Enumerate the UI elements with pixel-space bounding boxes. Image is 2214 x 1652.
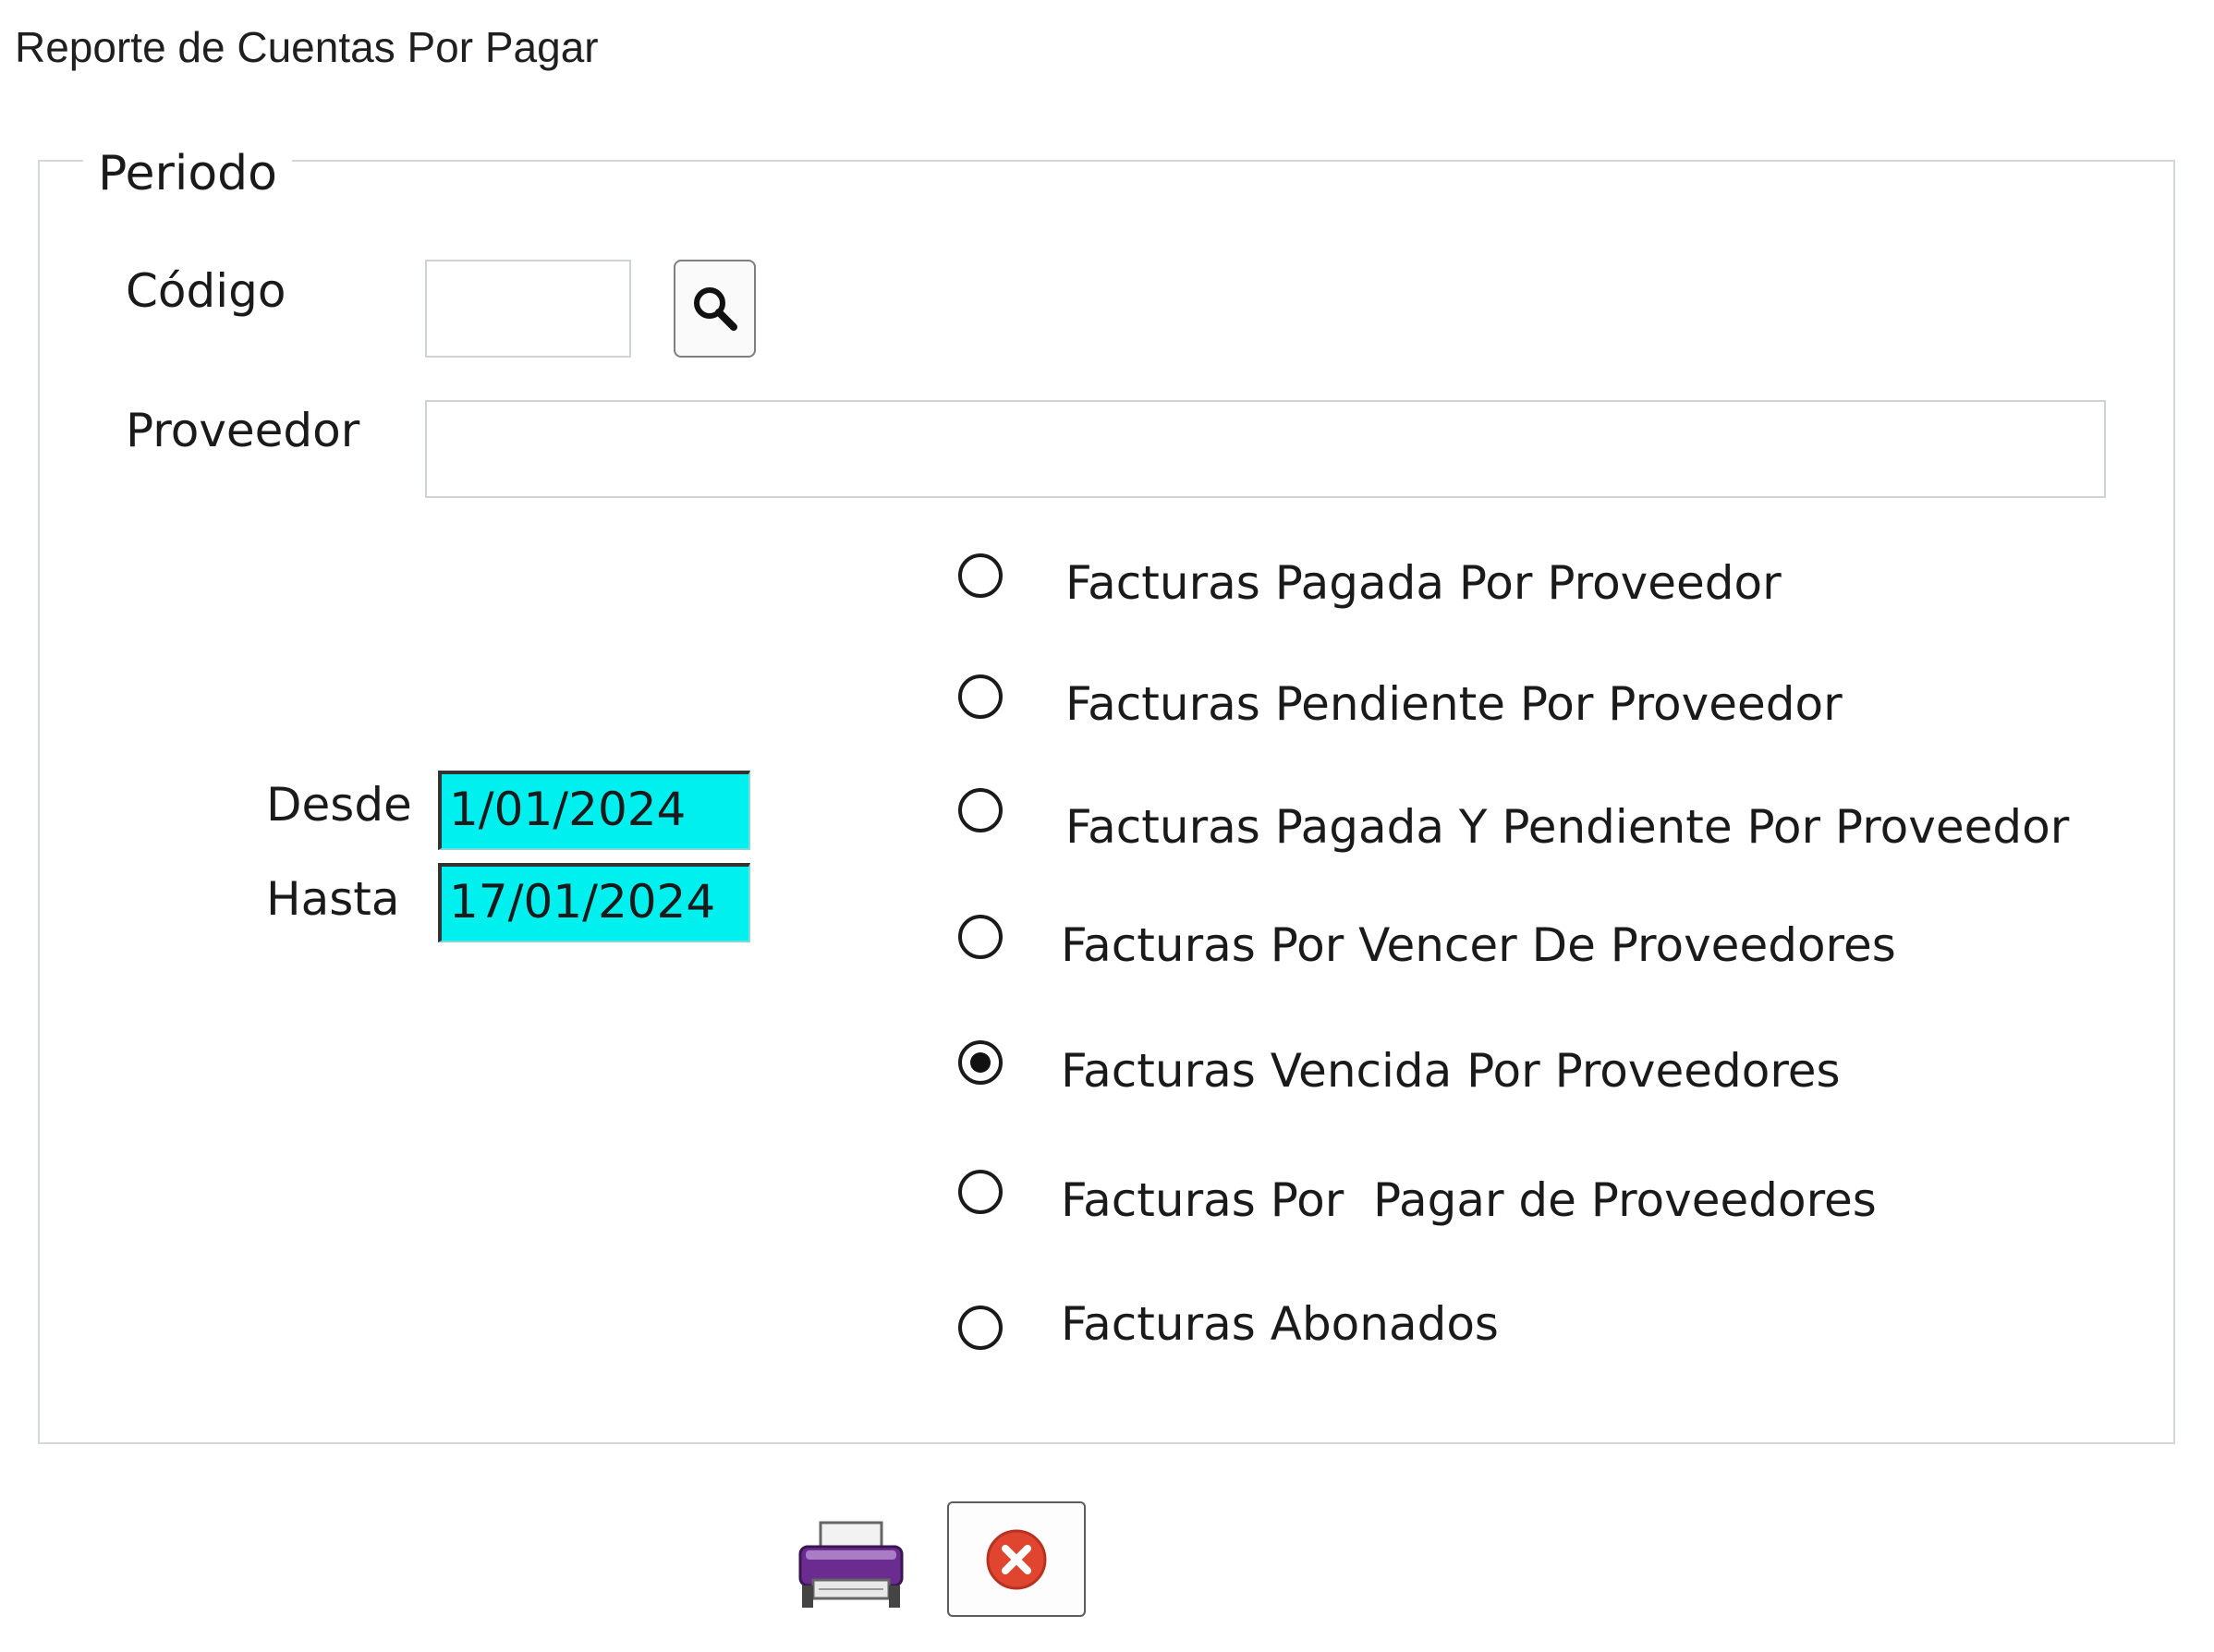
radio-button[interactable] <box>958 674 1003 719</box>
report-option-pagada[interactable] <box>958 548 1003 603</box>
period-legend: Periodo <box>83 146 292 201</box>
window-title: Reporte de Cuentas Por Pagar <box>15 23 599 71</box>
radio-button[interactable] <box>958 788 1003 832</box>
report-option-label[interactable]: Facturas Abonados <box>1061 1297 1499 1351</box>
report-option-label[interactable]: Facturas Pagada Por Proveedor <box>1065 556 1782 610</box>
codigo-label: Código <box>126 264 286 318</box>
report-option-por-vencer[interactable] <box>958 909 1003 965</box>
search-button[interactable] <box>674 260 756 358</box>
report-option-label[interactable]: Facturas Por Pagar de Proveedores <box>1061 1173 1877 1227</box>
radio-button[interactable] <box>958 1306 1003 1350</box>
printer-icon <box>798 1521 904 1608</box>
radio-button[interactable] <box>958 1170 1003 1214</box>
report-option-label[interactable]: Facturas Pagada Y Pendiente Por Proveedo… <box>1065 800 2069 854</box>
desde-date-input[interactable]: 1/01/2024 <box>438 771 750 850</box>
print-button[interactable] <box>793 1515 909 1617</box>
report-option-por-pagar[interactable] <box>958 1164 1003 1220</box>
close-button[interactable] <box>947 1501 1086 1617</box>
desde-label: Desde <box>266 778 412 832</box>
close-icon <box>986 1529 1047 1589</box>
report-option-label[interactable]: Facturas Por Vencer De Proveedores <box>1061 918 1896 972</box>
proveedor-label: Proveedor <box>126 404 360 457</box>
report-option-label[interactable]: Facturas Pendiente Por Proveedor <box>1065 677 1843 731</box>
radio-button-selected[interactable] <box>958 1040 1003 1085</box>
radio-button[interactable] <box>958 553 1003 598</box>
report-option-pendiente[interactable] <box>958 669 1003 724</box>
report-option-label[interactable]: Facturas Vencida Por Proveedores <box>1061 1044 1841 1098</box>
report-option-abonados[interactable] <box>958 1300 1003 1355</box>
search-icon <box>693 287 737 331</box>
hasta-label: Hasta <box>266 872 400 926</box>
hasta-date-input[interactable]: 17/01/2024 <box>438 863 750 942</box>
codigo-input[interactable] <box>425 260 631 358</box>
radio-button[interactable] <box>958 915 1003 959</box>
report-option-pagada-pendiente[interactable] <box>958 783 1003 838</box>
proveedor-input[interactable] <box>425 400 2106 498</box>
report-option-vencida[interactable] <box>958 1035 1003 1090</box>
